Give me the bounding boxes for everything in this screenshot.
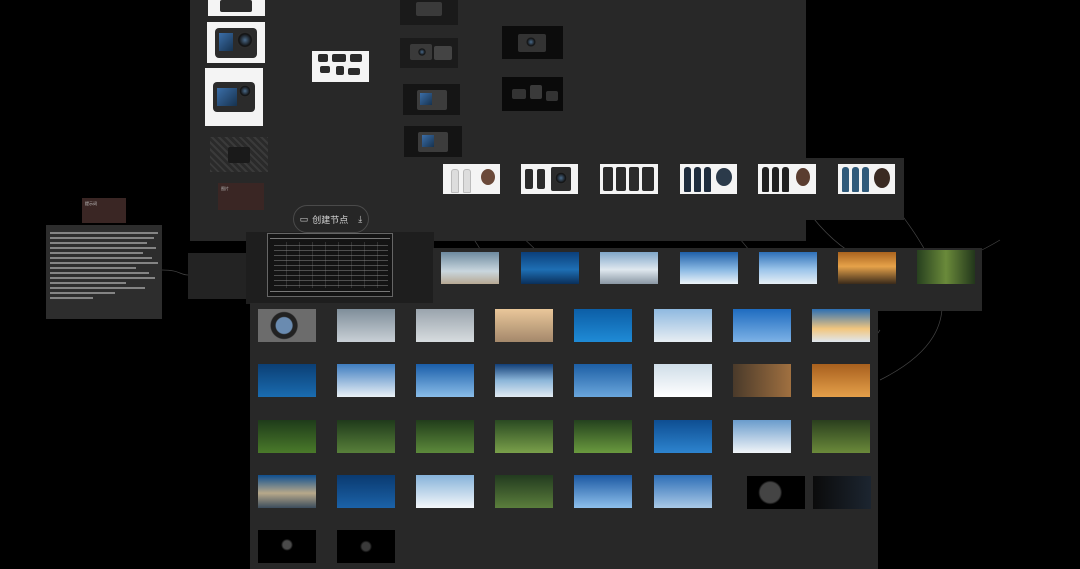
landscape-2[interactable] (521, 252, 579, 284)
character-sheet-5[interactable] (758, 164, 816, 194)
gallery-image-skydiver[interactable] (733, 309, 791, 342)
gallery-image-diver-underwater[interactable] (258, 364, 316, 397)
gallery-image-camera-stand[interactable] (337, 309, 395, 342)
empty-node[interactable] (188, 253, 246, 299)
gallery-image-blue-sky[interactable] (574, 475, 632, 508)
character-sheet-2[interactable] (521, 164, 578, 194)
gallery-image-camera-lens[interactable] (258, 309, 316, 342)
gallery-image-diver-blue[interactable] (654, 420, 712, 453)
character-sheet-3[interactable] (600, 164, 658, 194)
character-sheet-6[interactable] (838, 164, 895, 194)
gallery-image-jungle-biker[interactable] (416, 420, 474, 453)
gallery-image-camera-duo[interactable] (733, 364, 791, 397)
gallery-image-jungle-rider[interactable] (812, 420, 870, 453)
gallery-image-forest-person[interactable] (495, 475, 553, 508)
gallery-image-camera-black[interactable] (747, 476, 805, 509)
render-node-1[interactable] (400, 0, 458, 25)
landscape-1[interactable] (441, 252, 499, 284)
gallery-image-skydivers[interactable] (654, 475, 712, 508)
create-node-label: 创建节点 (312, 214, 349, 225)
gallery-image-jungle-camera-2[interactable] (337, 420, 395, 453)
camera-node-4[interactable] (210, 137, 268, 172)
prompt-text-node[interactable] (46, 225, 162, 319)
render-node-6[interactable] (502, 77, 563, 111)
gallery-image-snow-skier[interactable] (654, 364, 712, 397)
render-node-2[interactable] (400, 38, 458, 68)
character-sheet-4[interactable] (680, 164, 737, 194)
gallery-image-mountain-snow[interactable] (733, 420, 791, 453)
gallery-image-camera-dark-title[interactable] (813, 476, 871, 509)
landscape-4[interactable] (680, 252, 738, 284)
camera-group-node[interactable] (312, 51, 369, 82)
gallery-image-desert-title[interactable] (812, 364, 870, 397)
gallery-image-mountain-lake[interactable] (258, 475, 316, 508)
gallery-image-skier-closeup[interactable] (337, 364, 395, 397)
gallery-image-logo-dji[interactable] (337, 530, 395, 563)
gallery-image-sunrise-clouds[interactable] (812, 309, 870, 342)
gallery-image-cloud-sea[interactable] (495, 364, 553, 397)
gallery-image-jungle-title[interactable] (574, 420, 632, 453)
render-node-4[interactable] (404, 126, 462, 157)
gallery-image-camera-desert[interactable] (495, 309, 553, 342)
download-icon[interactable]: ⤓ (358, 214, 362, 225)
gallery-image-camera-front[interactable] (416, 309, 474, 342)
gallery-image-jungle-path[interactable] (495, 420, 553, 453)
node-add-icon: ▭ (299, 213, 309, 224)
landscape-5[interactable] (759, 252, 817, 284)
gallery-image-skier-goggles[interactable] (654, 309, 712, 342)
camera-node-2[interactable] (207, 22, 265, 63)
gallery-image-snowfield[interactable] (416, 475, 474, 508)
gallery-image-jungle-camera[interactable] (258, 420, 316, 453)
landscape-7[interactable] (917, 250, 975, 284)
landscape-6[interactable] (838, 252, 896, 284)
character-sheet-1[interactable] (443, 164, 500, 194)
character-strip-panel (437, 158, 904, 220)
prompt-note-label[interactable]: 提示词 (82, 198, 126, 223)
table-node[interactable] (267, 233, 393, 297)
render-node-5[interactable] (502, 26, 563, 59)
camera-node-1[interactable] (208, 0, 265, 16)
gallery-image-skydiver-smile[interactable] (416, 364, 474, 397)
gallery-image-freefall[interactable] (574, 364, 632, 397)
render-node-3[interactable] (403, 84, 460, 115)
landscape-3[interactable] (600, 252, 658, 284)
create-node-button[interactable]: ▭ 创建节点 ⤓ (293, 205, 369, 233)
gallery-image-diver[interactable] (574, 309, 632, 342)
camera-node-3[interactable] (205, 68, 263, 126)
note-label-node[interactable]: 图片 (218, 183, 264, 210)
gallery-image-logo-dark[interactable] (258, 530, 316, 563)
gallery-image-underwater-diver[interactable] (337, 475, 395, 508)
